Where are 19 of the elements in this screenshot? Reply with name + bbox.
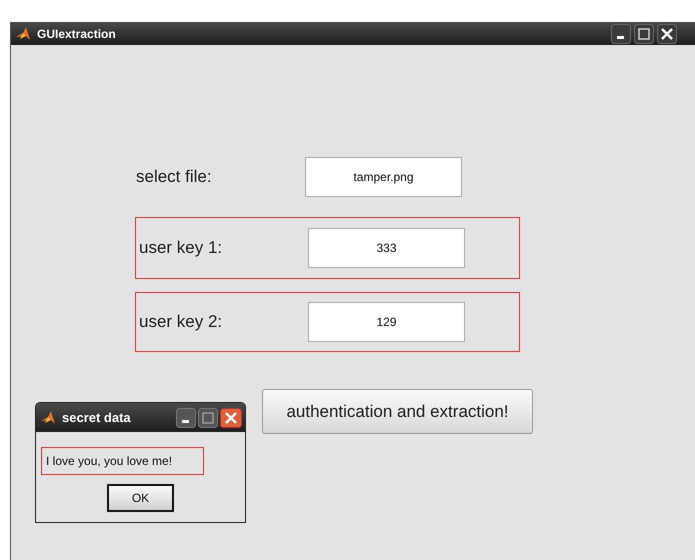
ok-button[interactable]: OK [107,484,174,512]
window-title: GUIextraction [37,26,116,40]
message-text: I love you, you love me! [41,447,204,475]
app-logo-icon [15,26,31,42]
maximize-icon[interactable] [634,24,654,44]
close-icon[interactable] [220,408,242,428]
maximize-icon[interactable] [198,408,218,428]
dialog-title: secret data [62,410,131,425]
input-field[interactable]: 333 [308,228,465,268]
close-icon[interactable] [657,24,677,44]
extract-button[interactable]: authentication and extraction! [262,389,533,434]
minimize-icon[interactable] [611,24,631,44]
field-label: select file: [136,167,213,187]
field-label: user key 2: [139,312,224,332]
input-field[interactable]: 129 [308,302,465,342]
field-label: user key 1: [139,238,224,258]
app-logo-icon [40,410,56,426]
minimize-icon[interactable] [176,408,196,428]
input-field[interactable]: tamper.png [305,157,462,197]
